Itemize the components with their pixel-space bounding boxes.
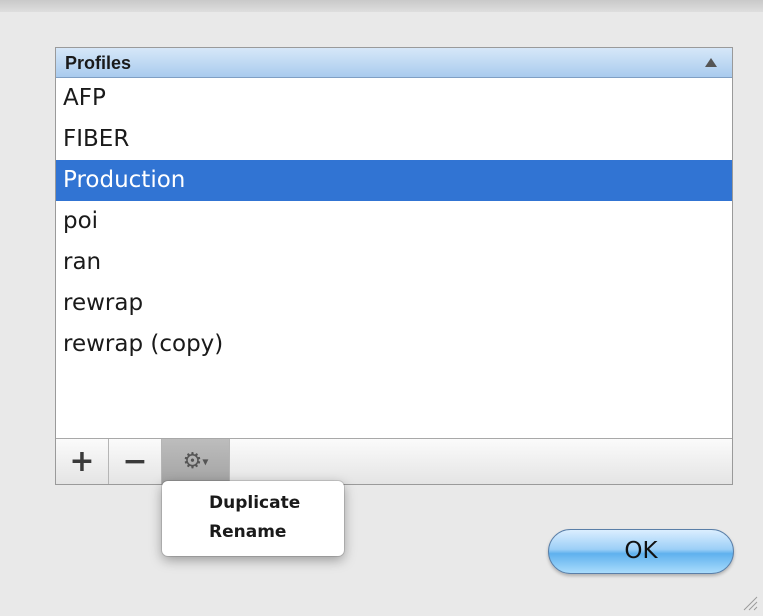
remove-profile-button[interactable]: − [109, 439, 162, 484]
list-item-label: AFP [63, 85, 106, 111]
menu-item-rename[interactable]: Rename [209, 522, 286, 542]
list-item-label: Production [63, 167, 186, 193]
resize-grip-icon[interactable] [740, 593, 758, 611]
action-menu-button[interactable]: ⚙▾ [162, 439, 230, 484]
list-item[interactable]: poi [56, 201, 732, 242]
list-item-selected[interactable]: Production [56, 160, 732, 201]
ok-button[interactable]: OK [548, 529, 734, 574]
list-item-label: FIBER [63, 126, 130, 152]
sort-ascending-icon [705, 58, 717, 67]
gear-icon: ⚙ [182, 449, 203, 474]
action-context-menu: Duplicate Rename [162, 481, 344, 556]
profiles-list: AFP FIBER Production poi ran rewrap rewr… [56, 78, 732, 365]
list-item[interactable]: rewrap [56, 283, 732, 324]
list-item[interactable]: AFP [56, 78, 732, 119]
chevron-down-icon: ▾ [202, 454, 209, 469]
list-item-label: rewrap (copy) [63, 331, 224, 357]
menu-item-duplicate[interactable]: Duplicate [209, 493, 300, 513]
list-item-label: rewrap [63, 290, 144, 316]
list-item-label: ran [63, 249, 102, 275]
table-toolbar: + − ⚙▾ [56, 438, 732, 484]
profiles-header-label: Profiles [65, 53, 132, 73]
profiles-table: Profiles AFP FIBER Production poi ran re… [55, 47, 733, 485]
add-profile-button[interactable]: + [56, 439, 109, 484]
profiles-column-header[interactable]: Profiles [56, 48, 732, 78]
list-item[interactable]: ran [56, 242, 732, 283]
list-item[interactable]: rewrap (copy) [56, 324, 732, 365]
list-item-label: poi [63, 208, 99, 234]
list-item[interactable]: FIBER [56, 119, 732, 160]
window-top-strip [0, 0, 763, 12]
